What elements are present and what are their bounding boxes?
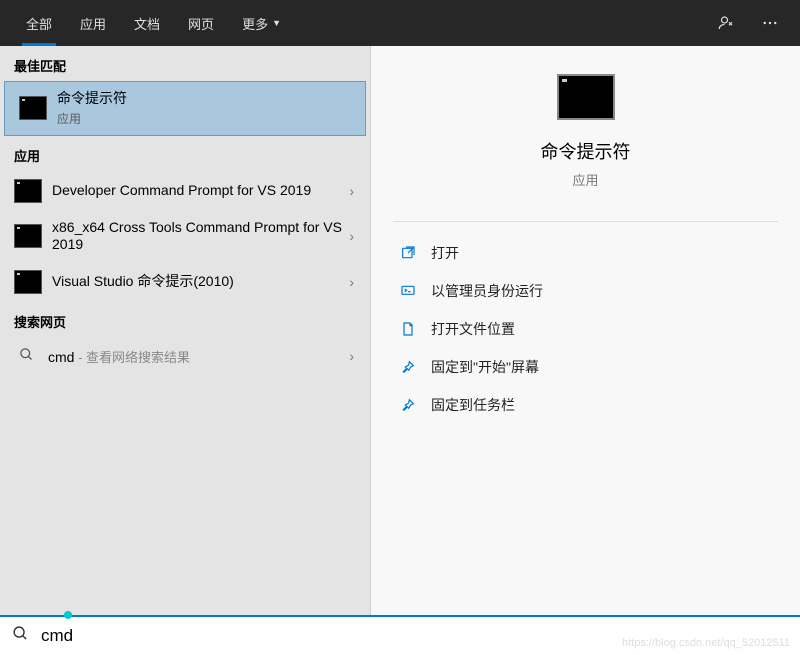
result-title: 命令提示符	[57, 90, 355, 108]
detail-title: 命令提示符	[391, 138, 780, 164]
app-result[interactable]: Visual Studio 命令提示(2010) ›	[0, 262, 370, 302]
web-search-result[interactable]: cmd - 查看网络搜索结果 ›	[0, 337, 370, 376]
more-options-icon[interactable]	[750, 3, 790, 43]
app-result[interactable]: Developer Command Prompt for VS 2019 ›	[0, 171, 370, 211]
results-panel: 最佳匹配 命令提示符 应用 应用 Developer Command Promp…	[0, 46, 371, 615]
tab-apps[interactable]: 应用	[66, 0, 120, 46]
action-run-admin[interactable]: 以管理员身份运行	[371, 272, 800, 310]
best-match-result[interactable]: 命令提示符 应用	[4, 81, 366, 136]
action-label: 固定到"开始"屏幕	[431, 357, 539, 377]
search-icon	[14, 347, 38, 366]
section-best-match: 最佳匹配	[0, 46, 370, 81]
action-label: 以管理员身份运行	[431, 281, 543, 301]
admin-icon	[397, 283, 419, 299]
action-label: 固定到任务栏	[431, 395, 515, 415]
cmd-icon	[14, 179, 42, 203]
tab-all[interactable]: 全部	[12, 0, 66, 46]
detail-panel: 命令提示符 应用 打开 以管理员身份运行 打开文件位置 固定到"开始"屏幕 固定…	[371, 46, 800, 615]
action-open[interactable]: 打开	[371, 234, 800, 272]
web-suffix: - 查看网络搜索结果	[74, 350, 190, 365]
result-title: Developer Command Prompt for VS 2019	[52, 182, 343, 200]
chevron-down-icon: ▼	[272, 18, 281, 28]
open-icon	[397, 245, 419, 261]
cmd-icon	[14, 270, 42, 294]
folder-icon	[397, 321, 419, 337]
tab-more-label: 更多	[242, 14, 268, 33]
action-label: 打开文件位置	[431, 319, 515, 339]
tab-web[interactable]: 网页	[174, 0, 228, 46]
chevron-right-icon[interactable]: ›	[343, 183, 360, 199]
app-large-icon	[557, 74, 615, 120]
pin-icon	[397, 397, 419, 413]
tab-more[interactable]: 更多 ▼	[228, 0, 295, 46]
cmd-icon	[14, 224, 42, 248]
chevron-right-icon[interactable]: ›	[343, 274, 360, 290]
section-apps: 应用	[0, 136, 370, 171]
action-pin-start[interactable]: 固定到"开始"屏幕	[371, 348, 800, 386]
watermark: https://blog.csdn.net/qq_52012511	[622, 637, 790, 649]
filter-tabs: 全部 应用 文档 网页 更多 ▼	[0, 0, 800, 46]
tab-docs[interactable]: 文档	[120, 0, 174, 46]
result-title: x86_x64 Cross Tools Command Prompt for V…	[52, 219, 343, 254]
action-label: 打开	[431, 243, 459, 263]
divider	[393, 221, 778, 222]
action-open-location[interactable]: 打开文件位置	[371, 310, 800, 348]
app-result[interactable]: x86_x64 Cross Tools Command Prompt for V…	[0, 211, 370, 262]
detail-subtitle: 应用	[391, 170, 780, 189]
section-search-web: 搜索网页	[0, 302, 370, 337]
cmd-icon	[19, 96, 47, 120]
action-pin-taskbar[interactable]: 固定到任务栏	[371, 386, 800, 424]
search-bar: https://blog.csdn.net/qq_52012511	[0, 615, 800, 655]
search-icon	[12, 625, 29, 647]
feedback-icon[interactable]	[706, 3, 746, 43]
web-query: cmd	[48, 349, 74, 365]
chevron-right-icon[interactable]: ›	[343, 348, 360, 364]
pin-icon	[397, 359, 419, 375]
result-subtitle: 应用	[57, 110, 355, 127]
chevron-right-icon[interactable]: ›	[343, 228, 360, 244]
result-title: Visual Studio 命令提示(2010)	[52, 273, 343, 291]
caret-indicator	[64, 611, 72, 619]
